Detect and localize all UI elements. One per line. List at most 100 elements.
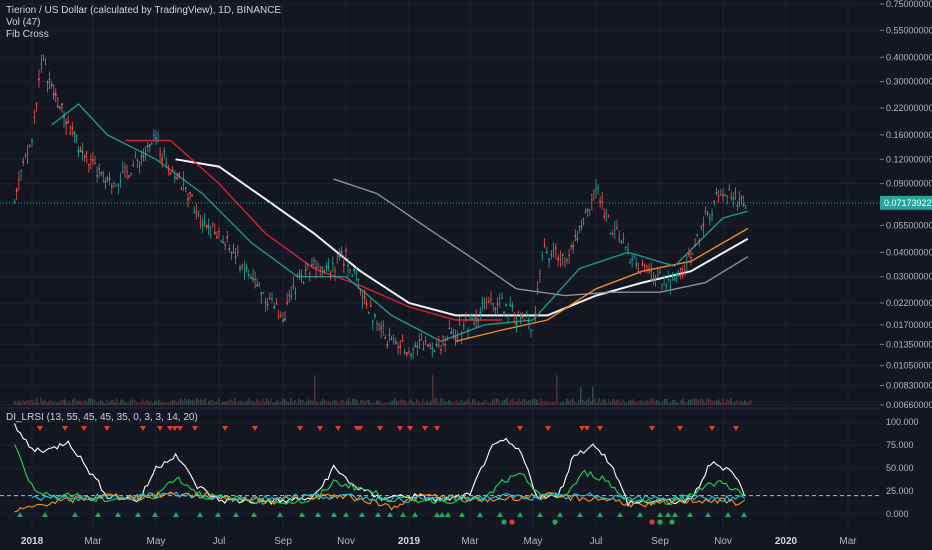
candle-body xyxy=(205,225,208,228)
volume-bar xyxy=(700,398,702,405)
volume-bar xyxy=(430,400,432,405)
volume-bar xyxy=(252,401,254,405)
volume-bar xyxy=(508,401,510,405)
volume-bar xyxy=(144,402,146,405)
candle-body xyxy=(679,267,682,270)
candle-body xyxy=(102,172,105,174)
volume-bar xyxy=(270,398,272,405)
volume-bar xyxy=(380,402,382,405)
oscillator-legend[interactable]: DI_LRSI (13, 55, 45, 45, 35, 0, 3, 3, 14… xyxy=(6,412,198,424)
volume-bar xyxy=(332,400,334,405)
volume-bar xyxy=(536,399,538,405)
volume-bar xyxy=(442,398,444,405)
volume-bar xyxy=(50,400,52,405)
candle-body xyxy=(673,278,676,281)
price-tick-label: 0.00660000 xyxy=(886,400,932,410)
time-tick-label: Sep xyxy=(651,536,669,547)
volume-bar xyxy=(616,399,618,405)
candle-body xyxy=(159,154,161,156)
price-tick-label: 0.00830000 xyxy=(886,381,932,391)
volume-bar xyxy=(290,398,292,405)
time-tick-label: 2018 xyxy=(21,536,44,547)
volume-bar xyxy=(86,401,88,405)
volume-bar xyxy=(664,398,666,405)
volume-bar xyxy=(220,402,222,405)
candle-body xyxy=(81,150,84,154)
volume-bar xyxy=(424,402,426,405)
candle-body xyxy=(488,301,490,302)
volume-bar xyxy=(642,401,644,405)
time-tick-label: 2019 xyxy=(398,536,421,547)
candle-body xyxy=(191,194,193,197)
chart-canvas[interactable]: 0.75000000 0.55000000 0.40000000 0.30000000… xyxy=(0,0,932,550)
volume-bar xyxy=(678,402,680,405)
fib-cross-legend[interactable]: Fib Cross xyxy=(6,29,49,41)
volume-bar xyxy=(136,401,138,405)
candle-body xyxy=(29,145,31,147)
candle-body xyxy=(677,274,680,277)
volume-bar xyxy=(736,400,738,405)
candle-body xyxy=(100,172,103,174)
volume-bar xyxy=(142,399,144,405)
volume-bar xyxy=(52,402,54,405)
candle-body xyxy=(193,212,195,214)
candle-body xyxy=(639,273,642,275)
time-tick-label: Mar xyxy=(839,536,857,547)
volume-bar xyxy=(272,402,274,405)
symbol-title[interactable]: Tierion / US Dollar (calculated by Tradi… xyxy=(6,5,281,17)
candle-body xyxy=(69,132,72,135)
candle-body xyxy=(424,340,427,342)
volume-bar xyxy=(280,401,282,405)
candle-body xyxy=(359,291,362,293)
candle-body xyxy=(329,271,332,273)
candle-body xyxy=(492,303,494,305)
volume-bar xyxy=(354,398,356,405)
candle-body xyxy=(230,252,233,254)
volume-bar xyxy=(166,402,168,405)
osc-tick-label: 0.000 xyxy=(886,509,909,519)
candle-body xyxy=(22,160,25,163)
volume-bar xyxy=(638,401,640,405)
volume-bar xyxy=(628,400,630,405)
candle-body xyxy=(262,291,265,293)
volume-bar xyxy=(140,401,142,405)
volume-bar xyxy=(82,401,84,405)
candle-body xyxy=(171,169,174,171)
candle-body xyxy=(256,284,258,287)
volume-bar xyxy=(118,402,120,405)
osc-tick-label: 50.000 xyxy=(886,463,914,473)
candle-body xyxy=(416,345,419,348)
volume-bar xyxy=(488,402,490,405)
volume-bar xyxy=(386,402,388,405)
volume-legend[interactable]: Vol (47) xyxy=(6,17,40,29)
candle-body xyxy=(209,235,212,236)
price-tick-label: 0.01050000 xyxy=(886,361,932,371)
candle-body xyxy=(410,354,412,356)
volume-bar xyxy=(312,400,314,405)
volume-bar xyxy=(726,399,728,405)
volume-bar xyxy=(630,400,632,405)
candle-body xyxy=(431,347,434,350)
volume-bar xyxy=(402,399,404,405)
candle-body xyxy=(382,325,384,327)
volume-bar xyxy=(228,400,230,405)
candle-body xyxy=(174,176,176,179)
candle-body xyxy=(650,270,653,272)
volume-bar xyxy=(452,402,454,405)
volume-bar xyxy=(240,400,242,405)
volume-bar xyxy=(318,402,320,405)
volume-bar xyxy=(334,400,336,405)
candle-body xyxy=(570,245,572,247)
candle-body xyxy=(661,283,663,285)
candle-body xyxy=(302,282,305,284)
candle-body xyxy=(54,93,57,96)
candle-body xyxy=(277,316,280,317)
candle-body xyxy=(128,175,130,178)
candle-body xyxy=(216,236,218,238)
volume-bar xyxy=(66,402,68,405)
candle-body xyxy=(611,233,614,234)
volume-bar xyxy=(608,399,610,405)
signal-dot xyxy=(669,519,675,525)
volume-bar xyxy=(456,400,458,405)
candle-body xyxy=(378,324,380,326)
